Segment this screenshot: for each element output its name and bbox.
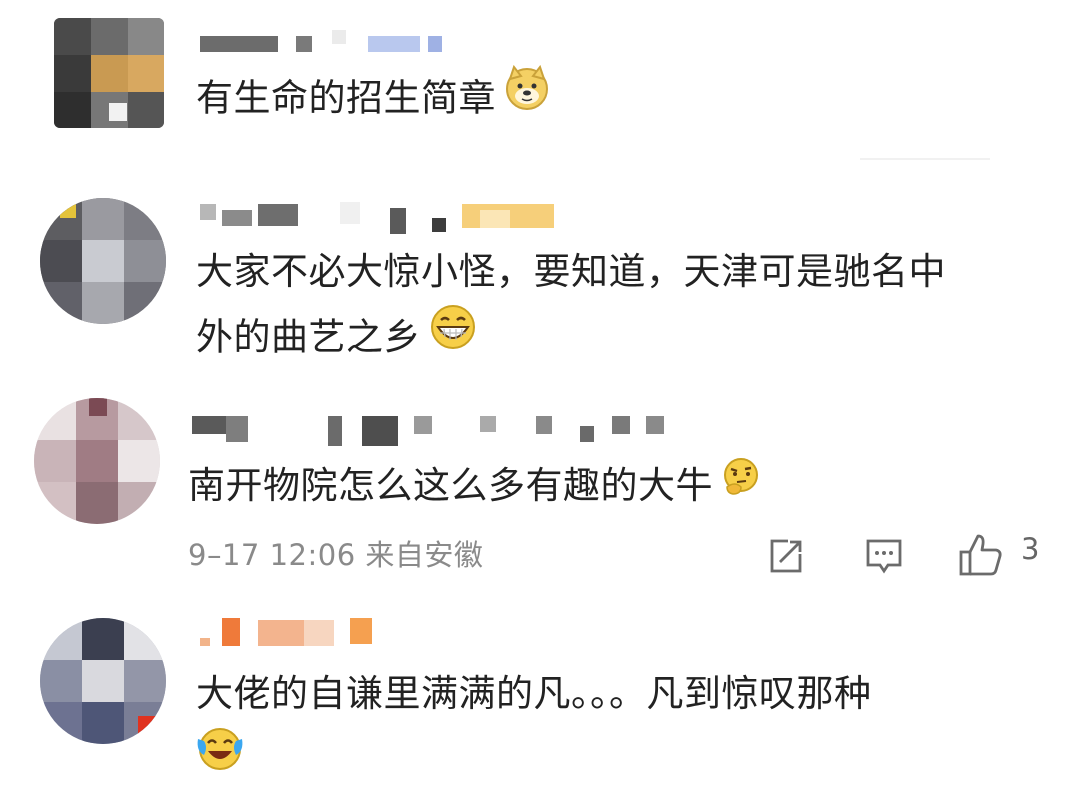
comment-text: 南开物院怎么这么多有趣的大牛 <box>188 456 761 518</box>
comment-2: 大家不必大惊小怪，要知道，天津可是驰名中 外的曲艺之乡 <box>0 180 1080 380</box>
comment-4: 大佬的自谦里满满的凡。。。凡到惊叹那种 <box>0 600 1080 796</box>
comment-icon <box>866 539 902 574</box>
avatar[interactable] <box>40 618 166 744</box>
thumbs-up-icon <box>959 534 1002 576</box>
thinking-emoji-icon <box>721 455 761 515</box>
divider <box>860 158 990 160</box>
comment-meta: 9–17 12:06 来自安徽 <box>188 538 484 572</box>
like-count: 3 <box>1021 532 1040 566</box>
like-button[interactable] <box>958 532 1004 582</box>
comment-text: 大家不必大惊小怪，要知道，天津可是驰名中 外的曲艺之乡 <box>196 242 946 372</box>
laugh-cry-emoji-icon <box>196 725 244 791</box>
comment-1: 有生命的招生简章 <box>0 0 1080 160</box>
comment-button[interactable] <box>864 536 904 580</box>
avatar[interactable] <box>34 398 160 524</box>
comment-text: 有生命的招生简章 <box>196 64 550 132</box>
comment-text: 大佬的自谦里满满的凡。。。凡到惊叹那种 <box>196 664 872 794</box>
share-icon <box>770 539 802 573</box>
grin-emoji-icon <box>429 303 477 369</box>
avatar[interactable] <box>40 198 166 324</box>
avatar[interactable] <box>54 18 164 128</box>
share-button[interactable] <box>766 536 806 580</box>
doge-emoji-icon <box>504 64 550 129</box>
comment-3: 南开物院怎么这么多有趣的大牛 9–17 12:06 来自安徽 3 <box>0 380 1080 600</box>
